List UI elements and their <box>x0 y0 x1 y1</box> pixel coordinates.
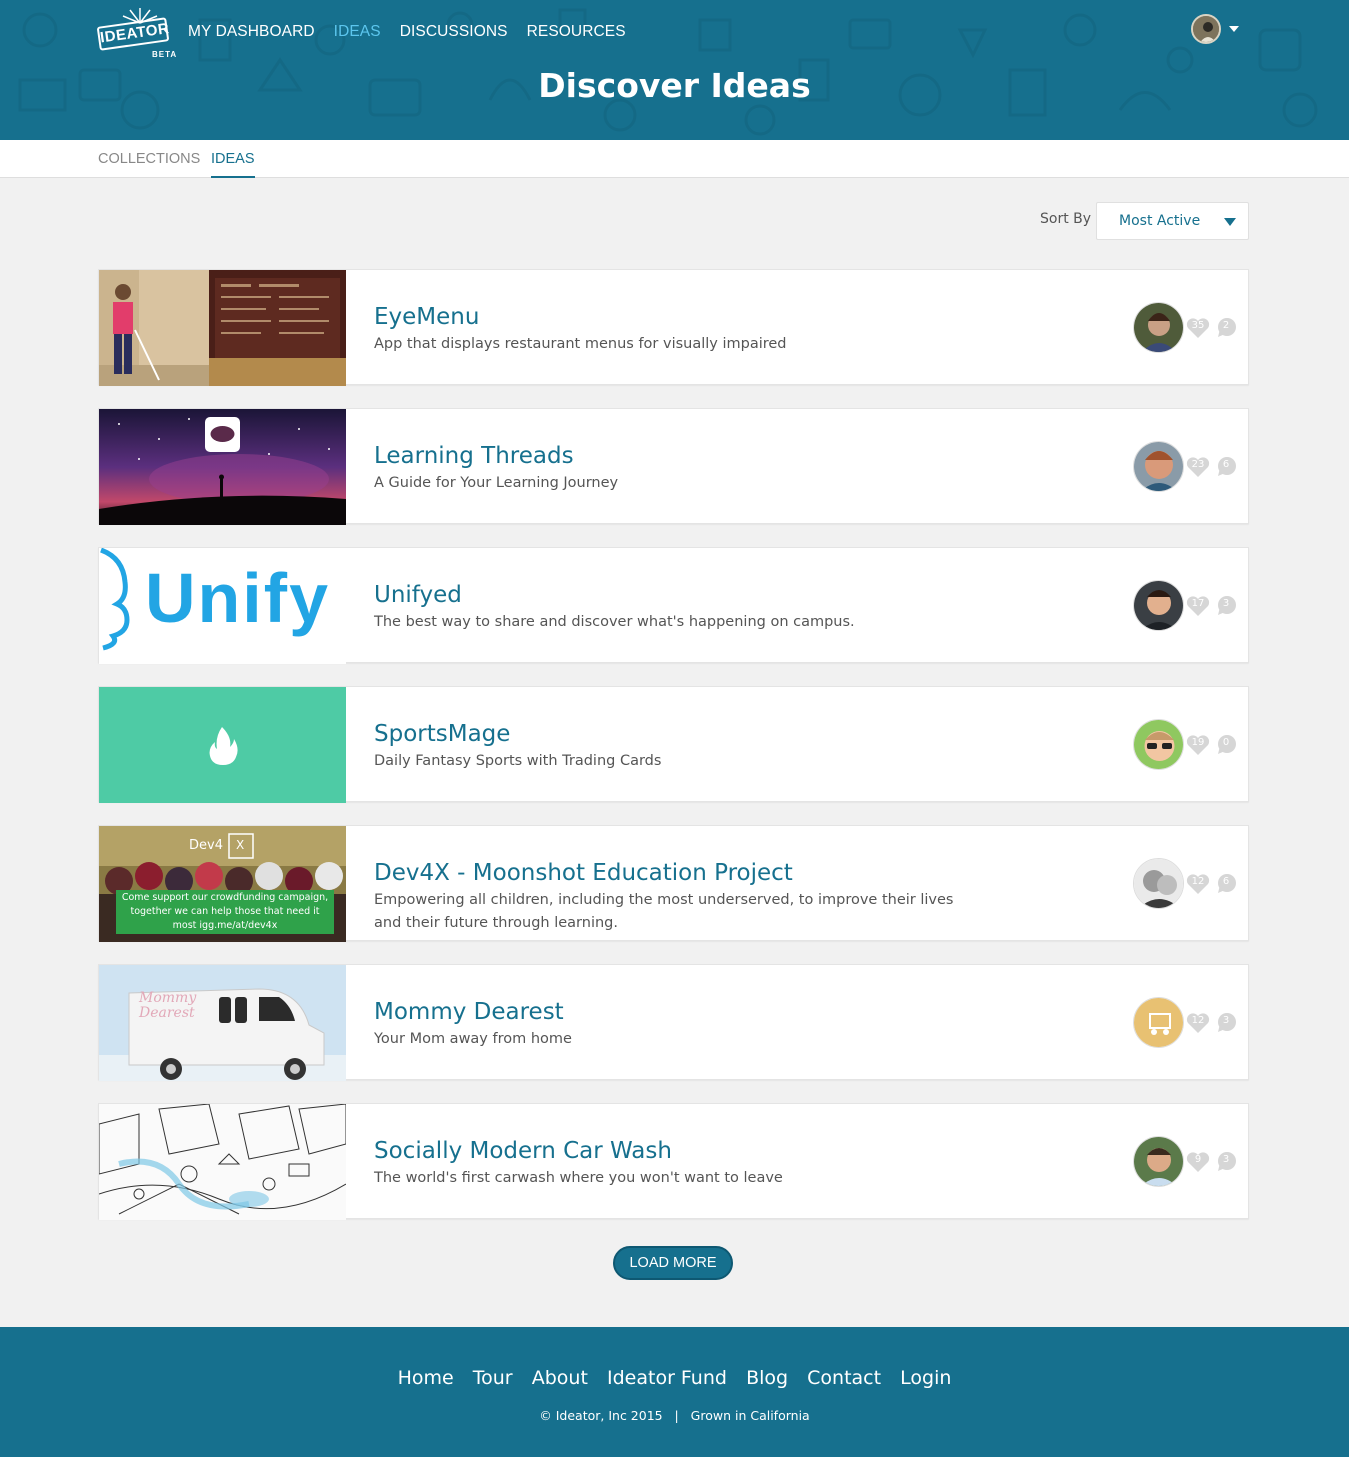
comments-count[interactable]: 3 <box>1214 1012 1238 1034</box>
author-avatar-image <box>1134 859 1183 908</box>
unify-wordmark: Unify <box>145 559 330 637</box>
author-avatar[interactable] <box>1133 719 1184 770</box>
idea-title[interactable]: Learning Threads <box>374 441 574 471</box>
site-header: IDEATOR BETA MY DASHBOARD IDEAS DISCUSSI… <box>0 0 1349 140</box>
footer-link-home[interactable]: Home <box>398 1367 454 1389</box>
author-avatar-image <box>1134 720 1183 769</box>
idea-card[interactable]: Mommy Dearest Mommy Dearest Your Mom awa… <box>98 964 1249 1081</box>
author-avatar-image <box>1134 998 1183 1047</box>
sort-selected-value: Most Active <box>1119 213 1201 229</box>
idea-description: The best way to share and discover what'… <box>374 614 855 630</box>
footer-link-blog[interactable]: Blog <box>746 1367 788 1389</box>
load-more-button[interactable]: LOAD MORE <box>613 1246 733 1280</box>
nav-ideas[interactable]: IDEAS <box>334 22 381 42</box>
comments-count[interactable]: 3 <box>1214 1151 1238 1173</box>
author-avatar[interactable] <box>1133 997 1184 1048</box>
idea-thumbnail-image <box>99 270 346 386</box>
dev4x-logo-x: X <box>236 838 245 852</box>
main-nav: MY DASHBOARD IDEAS DISCUSSIONS RESOURCES <box>188 22 645 42</box>
idea-description: Daily Fantasy Sports with Trading Cards <box>374 753 662 769</box>
idea-thumbnail[interactable] <box>99 687 346 803</box>
carwash-sketch-image <box>99 1104 346 1215</box>
user-avatar-image <box>1193 16 1219 42</box>
idea-thumbnail[interactable] <box>99 1104 346 1220</box>
idea-thumbnail[interactable] <box>99 409 346 525</box>
author-avatar[interactable] <box>1133 858 1184 909</box>
likes-count[interactable]: 17 <box>1186 595 1210 617</box>
user-avatar[interactable] <box>1191 14 1221 44</box>
idea-title[interactable]: Socially Modern Car Wash <box>374 1136 672 1166</box>
truck-brand-text: Mommy Dearest <box>139 990 197 1021</box>
author-avatar-image <box>1134 1137 1183 1186</box>
author-avatar-image <box>1134 581 1183 630</box>
idea-card[interactable]: Learning Threads A Guide for Your Learni… <box>98 408 1249 525</box>
page-title: Discover Ideas <box>538 66 811 105</box>
idea-title[interactable]: EyeMenu <box>374 302 479 332</box>
idea-title[interactable]: Mommy Dearest <box>374 997 564 1027</box>
idea-thumbnail[interactable]: Mommy Dearest <box>99 965 346 1081</box>
idea-card[interactable]: SportsMage Daily Fantasy Sports with Tra… <box>98 686 1249 803</box>
footer-links: Home Tour About Ideator Fund Blog Contac… <box>0 1367 1349 1389</box>
idea-description: A Guide for Your Learning Journey <box>374 475 619 491</box>
user-menu[interactable] <box>1191 14 1239 44</box>
idea-description: Empowering all children, including the m… <box>374 892 954 931</box>
dev4x-campaign-banner: Come support our crowdfunding campaign, … <box>121 892 329 931</box>
site-footer: Home Tour About Ideator Fund Blog Contac… <box>0 1327 1349 1457</box>
tab-ideas[interactable]: IDEAS <box>211 150 255 178</box>
author-avatar[interactable] <box>1133 1136 1184 1187</box>
footer-link-login[interactable]: Login <box>900 1367 951 1389</box>
likes-count[interactable]: 12 <box>1186 873 1210 895</box>
idea-description: App that displays restaurant menus for v… <box>374 336 787 352</box>
nav-resources[interactable]: RESOURCES <box>527 22 626 42</box>
likes-count[interactable]: 9 <box>1186 1151 1210 1173</box>
likes-count[interactable]: 19 <box>1186 734 1210 756</box>
footer-copyright: © Ideator, Inc 2015 | Grown in Californi… <box>539 1408 810 1423</box>
comments-count[interactable]: 6 <box>1214 873 1238 895</box>
delivery-truck-image <box>99 988 346 1081</box>
idea-card[interactable]: Dev4 X Come support our crowdfunding cam… <box>98 825 1249 942</box>
likes-count[interactable]: 12 <box>1186 1012 1210 1034</box>
author-avatar[interactable] <box>1133 302 1184 353</box>
logo-beta-badge: BETA <box>152 50 178 59</box>
footer-link-ideator-fund[interactable]: Ideator Fund <box>607 1367 727 1389</box>
logo-wordmark: IDEATOR <box>96 17 170 51</box>
idea-card[interactable]: Socially Modern Car Wash The world's fir… <box>98 1103 1249 1220</box>
ideator-logo[interactable]: IDEATOR BETA <box>96 6 178 64</box>
idea-title[interactable]: Dev4X - Moonshot Education Project <box>374 858 793 888</box>
subtabs-bar: COLLECTIONS IDEAS <box>0 140 1349 178</box>
flame-icon <box>209 727 238 765</box>
idea-thumbnail[interactable]: Unify <box>99 548 346 664</box>
comments-count[interactable]: 0 <box>1214 734 1238 756</box>
idea-title[interactable]: SportsMage <box>374 719 510 749</box>
idea-thumbnail[interactable]: Dev4 X Come support our crowdfunding cam… <box>99 826 346 942</box>
chevron-down-icon[interactable] <box>1229 26 1239 32</box>
author-avatar-image <box>1134 442 1183 491</box>
idea-card[interactable]: Unify Unifyed The best way to share and … <box>98 547 1249 664</box>
comments-count[interactable]: 6 <box>1214 456 1238 478</box>
tab-collections[interactable]: COLLECTIONS <box>98 150 200 176</box>
idea-thumbnail-image <box>99 409 346 525</box>
idea-card[interactable]: EyeMenu App that displays restaurant men… <box>98 269 1249 386</box>
dev4x-logo-text: Dev4 <box>189 838 223 853</box>
nav-my-dashboard[interactable]: MY DASHBOARD <box>188 22 315 42</box>
likes-count[interactable]: 35 <box>1186 317 1210 339</box>
footer-link-about[interactable]: About <box>532 1367 588 1389</box>
footer-link-tour[interactable]: Tour <box>473 1367 513 1389</box>
comments-count[interactable]: 2 <box>1214 317 1238 339</box>
comments-count[interactable]: 3 <box>1214 595 1238 617</box>
chevron-down-icon <box>1224 218 1236 226</box>
footer-link-contact[interactable]: Contact <box>807 1367 881 1389</box>
author-avatar[interactable] <box>1133 580 1184 631</box>
idea-description: The world's first carwash where you won'… <box>374 1170 783 1186</box>
likes-count[interactable]: 23 <box>1186 456 1210 478</box>
author-avatar-image <box>1134 303 1183 352</box>
sort-label: Sort By <box>1040 211 1092 227</box>
idea-title[interactable]: Unifyed <box>374 580 462 610</box>
author-avatar[interactable] <box>1133 441 1184 492</box>
sort-select[interactable]: Most Active <box>1096 202 1249 240</box>
idea-description: Your Mom away from home <box>374 1031 572 1047</box>
idea-thumbnail[interactable] <box>99 270 346 386</box>
nav-discussions[interactable]: DISCUSSIONS <box>400 22 508 42</box>
